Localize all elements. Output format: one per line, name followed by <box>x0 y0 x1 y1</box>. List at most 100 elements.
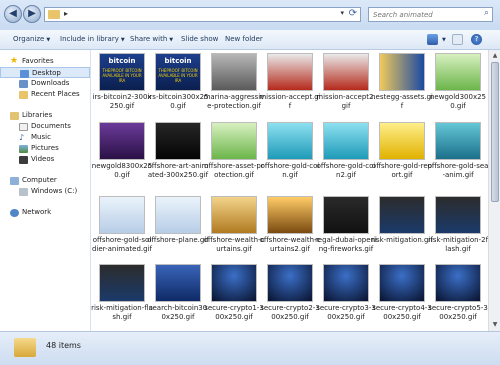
nav-documents-label: Documents <box>31 122 71 130</box>
network-icon <box>10 209 19 217</box>
thumb-tagline: THEPROOF BITCOIN AVAILABLE IN YOUR IRA <box>158 68 198 83</box>
file-name: irs-bitcoin2-300x250.gif <box>92 93 152 110</box>
preview-pane-icon[interactable] <box>452 34 463 45</box>
scroll-down-icon[interactable]: ▼ <box>491 321 499 329</box>
search-box[interactable]: ⌕ <box>368 7 493 22</box>
nav-computer-label: Computer <box>22 176 57 184</box>
thumbnail <box>211 53 257 91</box>
documents-icon <box>19 123 28 131</box>
include-in-library-button[interactable]: Include in library ▼ <box>60 35 125 43</box>
file-name: secure-crypto4-300x250.gif <box>372 304 432 321</box>
nav-network-label: Network <box>22 208 52 216</box>
file-name: search-bitcoin300x250.gif <box>148 304 208 321</box>
nav-recent-places[interactable]: Recent Places <box>0 89 90 100</box>
thumbnail <box>267 196 313 234</box>
nav-windows-drive[interactable]: Windows (C:) <box>0 186 90 197</box>
nav-computer[interactable]: Computer <box>0 175 90 186</box>
file-name: mission-accept.gif <box>259 93 321 110</box>
refresh-icon[interactable]: ⟳ <box>349 8 357 19</box>
music-icon: ♪ <box>19 133 25 142</box>
file-name: offshore-wealth-curtains2.gif <box>259 236 321 253</box>
item-count: 48 items <box>46 341 81 350</box>
nav-pictures[interactable]: Pictures <box>0 143 90 154</box>
thumbnail: bitcoin THEPROOF BITCOIN AVAILABLE IN YOU… <box>99 53 145 91</box>
scroll-up-icon[interactable]: ▲ <box>491 52 499 60</box>
address-row: ◀ ▶ ▸ ▾ ⟳ ⌕ <box>0 0 500 30</box>
file-name: newgold300x250.gif <box>430 93 486 110</box>
nav-music-label: Music <box>31 133 51 141</box>
thumbnail <box>155 196 201 234</box>
file-name: secure-crypto5-300x250.gif <box>428 304 488 321</box>
thumbnail <box>435 122 481 160</box>
address-dropdown-icon[interactable]: ▾ <box>340 9 344 17</box>
new-folder-button[interactable]: New folder <box>225 35 263 43</box>
nav-desktop[interactable]: Desktop <box>0 67 90 78</box>
thumbnail <box>379 196 425 234</box>
file-name: nestegg-assets.gif <box>371 93 433 110</box>
thumbnail <box>99 122 145 160</box>
share-with-button[interactable]: Share with ▼ <box>130 35 173 43</box>
organize-button[interactable]: Organize ▼ <box>13 35 50 43</box>
explorer-window: ◀ ▶ ▸ ▾ ⟳ ⌕ Organize▼ Include in library… <box>0 0 500 365</box>
help-icon[interactable]: ? <box>471 34 482 45</box>
dropdown-arrow-icon: ▼ <box>169 37 174 43</box>
nav-favorites-label: Favorites <box>22 57 54 65</box>
thumb-tagline: THEPROOF BITCOIN AVAILABLE IN YOUR IRA <box>102 68 142 83</box>
nav-recent-label: Recent Places <box>31 90 80 98</box>
libraries-icon <box>10 112 19 120</box>
nav-pictures-label: Pictures <box>31 144 59 152</box>
breadcrumb-chevron-icon[interactable]: ▸ <box>64 9 68 18</box>
folder-icon <box>14 338 36 357</box>
forward-button[interactable]: ▶ <box>23 5 41 23</box>
file-name: secure-crypto3-300x250.gif <box>316 304 376 321</box>
file-name: risk-mitigation-2flash.gif <box>427 236 489 253</box>
vertical-scrollbar[interactable]: ▲ ▼ <box>488 50 500 331</box>
share-label: Share with <box>130 35 168 43</box>
scrollbar-thumb[interactable] <box>491 62 499 202</box>
file-name: offshore-gold-report.gif <box>371 162 433 179</box>
address-bar[interactable]: ▸ ▾ ⟳ <box>44 7 361 22</box>
file-name: offshore-gold-sea-anim.gif <box>427 162 489 179</box>
magnifier-icon[interactable]: ⌕ <box>484 8 489 18</box>
thumbnail <box>379 122 425 160</box>
back-button[interactable]: ◀ <box>4 5 22 23</box>
file-name: marina-aggressive-protection.gif <box>203 93 265 110</box>
dropdown-arrow-icon: ▼ <box>120 37 125 43</box>
nav-libraries-label: Libraries <box>22 111 53 119</box>
search-input[interactable] <box>373 9 473 20</box>
thumbnail: bitcoin THEPROOF BITCOIN AVAILABLE IN YOU… <box>155 53 201 91</box>
command-toolbar: Organize ▼ Include in library ▼ Share with… <box>0 30 500 50</box>
file-name: offshore-wealth-curtains.gif <box>203 236 265 253</box>
nav-videos-label: Videos <box>31 155 55 163</box>
file-name: regal-dubai-opening-fireworks.gif <box>315 236 377 253</box>
thumbnail <box>267 53 313 91</box>
file-name: offshore-gold-coin.gif <box>260 162 320 179</box>
nav-windows-label: Windows (C:) <box>31 187 78 195</box>
thumbnail <box>323 196 369 234</box>
file-name: risk-mitigation-flash.gif <box>91 304 153 321</box>
nav-network[interactable]: Network <box>0 207 90 218</box>
folder-icon <box>48 10 60 19</box>
view-options-icon[interactable] <box>427 34 438 45</box>
organize-label: Organize <box>13 35 45 43</box>
thumbnail <box>99 196 145 234</box>
slide-show-button[interactable]: Slide show <box>181 35 218 43</box>
nav-documents[interactable]: Documents <box>0 121 90 132</box>
videos-icon <box>19 156 28 164</box>
file-name: offshore-gold-coin2.gif <box>316 162 376 179</box>
thumbnail <box>323 264 369 302</box>
pictures-icon <box>19 145 28 153</box>
thumbnail <box>267 264 313 302</box>
thumbnail <box>267 122 313 160</box>
nav-music[interactable]: ♪ Music <box>0 132 90 143</box>
nav-downloads[interactable]: Downloads <box>0 78 90 89</box>
navigation-pane: ★ Favorites Desktop Downloads Recent Pla… <box>0 50 91 331</box>
nav-favorites[interactable]: ★ Favorites <box>0 56 90 67</box>
details-pane: 48 items <box>0 331 500 365</box>
view-dropdown-icon[interactable]: ▼ <box>440 35 446 43</box>
recent-places-icon <box>19 91 28 99</box>
thumb-label: bitcoin <box>108 57 136 65</box>
nav-videos[interactable]: Videos <box>0 154 90 165</box>
nav-downloads-label: Downloads <box>31 79 70 87</box>
nav-libraries[interactable]: Libraries <box>0 110 90 121</box>
